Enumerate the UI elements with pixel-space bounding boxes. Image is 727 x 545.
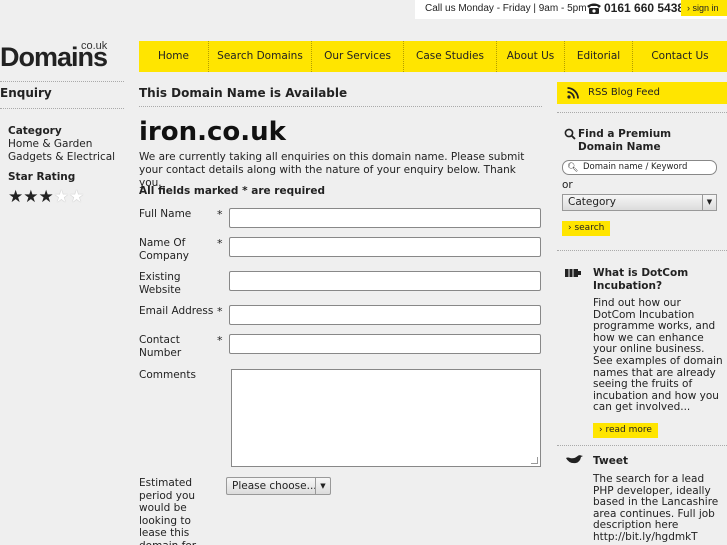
- sign-in-button[interactable]: › sign in: [681, 0, 727, 16]
- search-placeholder: Domain name / Keyword: [583, 162, 688, 172]
- page-section-title: Enquiry: [0, 86, 52, 100]
- nav-item-contact-us[interactable]: Contact Us: [633, 41, 727, 72]
- category-label: Category: [8, 125, 62, 137]
- comments-label: Comments: [139, 369, 196, 381]
- rss-icon: [567, 87, 579, 99]
- nav-item-about-us[interactable]: About Us: [497, 41, 565, 72]
- full-name-field[interactable]: [229, 208, 541, 228]
- telephone-icon: [587, 3, 601, 14]
- nav-item-our-services[interactable]: Our Services: [312, 41, 404, 72]
- search-icon: 🔍︎: [567, 163, 579, 173]
- star-rating-label: Star Rating: [8, 171, 76, 183]
- required-marker: *: [217, 305, 223, 318]
- lease-period-value: Please choose...: [232, 480, 317, 492]
- tweet-text: The search for a lead PHP developer, ide…: [593, 473, 719, 543]
- lease-period-select[interactable]: Please choose... ▼: [226, 477, 331, 495]
- nav-item-home[interactable]: Home: [139, 41, 209, 72]
- divider: [139, 106, 542, 107]
- required-marker: *: [217, 334, 223, 347]
- dotcom-incubation-text: Find out how our DotCom Incubation progr…: [593, 297, 723, 414]
- lease-period-label: Estimated period you would be looking to…: [139, 477, 196, 545]
- chevron-down-icon: ▼: [315, 478, 330, 494]
- star-filled-icon: ★: [23, 187, 39, 207]
- star-empty-icon: ★: [69, 187, 85, 207]
- domain-name-heading: iron.co.uk: [139, 117, 286, 147]
- required-marker: *: [217, 237, 223, 250]
- star-empty-icon: ★: [53, 187, 69, 207]
- site-logo[interactable]: Domains co.uk: [0, 40, 115, 74]
- top-bar: Call us Monday - Friday | 9am - 5pm 0161…: [0, 0, 727, 19]
- twitter-bird-icon: [566, 455, 583, 464]
- rss-label: RSS Blog Feed: [588, 87, 660, 98]
- phone-number: 0161 660 5438: [604, 1, 685, 15]
- nav-item-case-studies[interactable]: Case Studies: [404, 41, 497, 72]
- full-name-label: Full Name: [139, 208, 192, 220]
- required-note: All fields marked * are required: [139, 185, 325, 197]
- nav-item-search-domains[interactable]: Search Domains: [209, 41, 312, 72]
- comments-textarea[interactable]: [231, 369, 541, 467]
- category-item[interactable]: Gadgets & Electrical: [8, 151, 115, 163]
- category-select-value: Category: [568, 196, 616, 208]
- divider: [0, 108, 124, 109]
- required-marker: *: [217, 208, 223, 221]
- contact-number-label: Contact Number: [139, 334, 182, 359]
- divider: [557, 445, 727, 446]
- existing-website-label: Existing Website: [139, 271, 181, 296]
- existing-website-field[interactable]: [229, 271, 541, 291]
- domain-search-input[interactable]: 🔍︎ Domain name / Keyword: [562, 160, 717, 175]
- category-select[interactable]: Category ▼: [562, 194, 717, 211]
- star-filled-icon: ★: [38, 187, 54, 207]
- divider: [0, 81, 124, 82]
- dotcom-incubation-title[interactable]: What is DotCom Incubation?: [593, 267, 723, 292]
- star-rating: ★★★★★: [8, 187, 84, 207]
- battery-icon: [565, 269, 581, 277]
- logo-tld: co.uk: [81, 40, 108, 52]
- company-name-label: Name Of Company: [139, 237, 189, 262]
- star-filled-icon: ★: [8, 187, 24, 207]
- rss-blog-feed-link[interactable]: RSS Blog Feed: [557, 82, 727, 104]
- category-item[interactable]: Home & Garden: [8, 138, 92, 150]
- chevron-down-icon: ▼: [702, 195, 716, 210]
- divider: [557, 112, 727, 113]
- premium-search-title: Find a Premium Domain Name: [578, 128, 672, 153]
- page-title: This Domain Name is Available: [139, 86, 348, 100]
- email-field[interactable]: [229, 305, 541, 325]
- read-more-button[interactable]: › read more: [593, 423, 658, 438]
- resize-handle-icon[interactable]: [531, 457, 538, 464]
- company-name-field[interactable]: [229, 237, 541, 257]
- tweet-title: Tweet: [593, 455, 628, 467]
- or-label: or: [562, 179, 573, 191]
- email-address-label: Email Address: [139, 305, 214, 317]
- search-button[interactable]: › search: [562, 221, 611, 236]
- divider: [557, 250, 727, 251]
- main-nav: Home Search Domains Our Services Case St…: [139, 41, 727, 72]
- search-icon: [564, 128, 576, 140]
- nav-item-editorial[interactable]: Editorial: [565, 41, 633, 72]
- contact-number-field[interactable]: [229, 334, 541, 354]
- opening-hours: Call us Monday - Friday | 9am - 5pm: [425, 3, 587, 14]
